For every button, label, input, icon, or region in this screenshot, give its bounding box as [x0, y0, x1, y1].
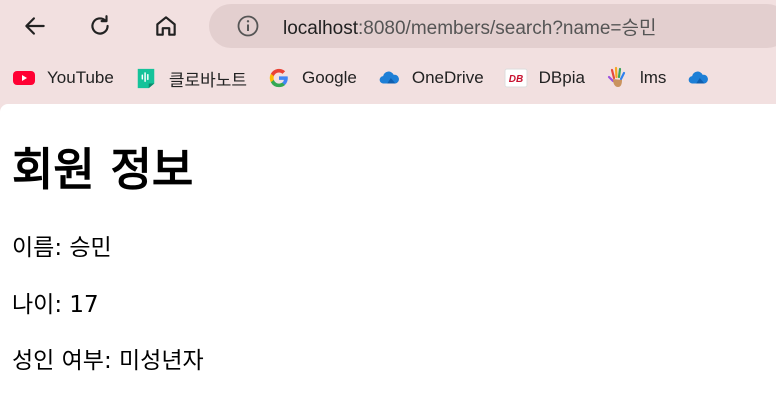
- home-button[interactable]: [146, 6, 186, 46]
- back-button[interactable]: [15, 6, 55, 46]
- bookmark-onedrive[interactable]: OneDrive: [377, 62, 494, 94]
- bookmark-label: lms: [639, 68, 667, 87]
- member-age: 나이: 17: [12, 292, 99, 318]
- member-name: 이름: 승민: [12, 235, 112, 261]
- onedrive-icon: [686, 66, 710, 90]
- url-host: localhost: [283, 17, 358, 39]
- address-url[interactable]: localhost:8080/members/search?name=승민: [283, 13, 656, 40]
- google-icon: [267, 66, 291, 90]
- dbpia-icon: DB: [504, 66, 528, 90]
- bookmark-label: YouTube: [47, 68, 114, 87]
- member-adult-status: 성인 여부: 미성년자: [12, 348, 204, 374]
- home-icon: [156, 16, 176, 36]
- bookmark-label: DBpia: [538, 68, 585, 87]
- page-content: 회원 정보 이름: 승민 나이: 17 성인 여부: 미성년자: [0, 104, 776, 408]
- reload-button[interactable]: [80, 6, 120, 46]
- bookmark-lms[interactable]: lms: [605, 62, 676, 94]
- browser-toolbar: localhost:8080/members/search?name=승민: [0, 0, 776, 52]
- bookmarks-bar: YouTube 클로바노트 Google OneDrive DB DBpia l…: [0, 56, 776, 100]
- back-arrow-icon: [25, 17, 45, 35]
- bookmark-clova-note[interactable]: 클로바노트: [134, 62, 257, 94]
- bookmark-label: 클로바노트: [168, 70, 248, 90]
- bookmark-dbpia[interactable]: DB DBpia: [504, 62, 595, 94]
- bookmark-onedrive-2[interactable]: [686, 62, 731, 94]
- youtube-icon: [12, 66, 36, 90]
- page-title: 회원 정보: [12, 143, 194, 196]
- onedrive-icon: [377, 66, 401, 90]
- bookmark-label: Google: [302, 68, 357, 87]
- bookmark-youtube[interactable]: YouTube: [12, 62, 124, 94]
- svg-text:DB: DB: [508, 74, 522, 85]
- lms-hand-icon: [605, 66, 629, 90]
- bookmark-google[interactable]: Google: [267, 62, 367, 94]
- site-info-icon[interactable]: [235, 13, 261, 39]
- url-path: :8080/members/search?name=승민: [358, 17, 657, 39]
- clova-note-icon: [134, 66, 158, 90]
- reload-icon: [91, 15, 109, 35]
- bookmark-label: OneDrive: [411, 68, 484, 87]
- address-bar[interactable]: localhost:8080/members/search?name=승민: [209, 4, 776, 48]
